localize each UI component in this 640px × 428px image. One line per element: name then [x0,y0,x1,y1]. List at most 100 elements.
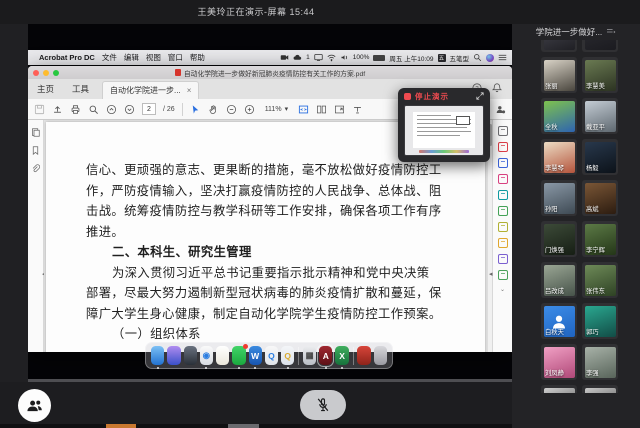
collapse-tools-pane-handle[interactable]: ◂ [489,270,493,278]
tab-home[interactable]: 主页 [28,80,63,99]
dock-app-trash[interactable] [374,346,387,365]
participant-tile[interactable]: 刘凤静 [541,344,577,380]
zoom-out-icon[interactable] [226,104,237,115]
fill-sign-icon[interactable] [498,254,508,264]
doc-line: 信心、更顽强的意志、更果断的措施，毫不放松做好疫情防控工 [86,160,473,181]
dock-app-midi-keyboard[interactable]: ▦ [303,346,316,365]
menu-file[interactable]: 文件 [102,52,117,63]
more-tools-caret-icon[interactable]: ⌄ [500,286,505,293]
participant-tile[interactable]: 高斌 [582,180,618,216]
previous-page-icon[interactable] [106,104,117,115]
cloud-status-icon[interactable] [293,53,302,62]
notifications-bell-icon[interactable] [492,83,502,93]
participant-tile[interactable]: 全秋 [541,98,577,134]
dock-app-wechat[interactable] [232,346,245,365]
next-page-icon[interactable] [124,104,135,115]
input-method-icon[interactable]: 五 [438,54,446,62]
comment-icon[interactable] [498,238,508,248]
presentation-pointer-icon[interactable] [352,104,363,115]
dock-app-word[interactable]: W [249,346,262,365]
sidebar-layout-toggle-icon[interactable] [606,28,616,36]
close-window-button[interactable] [33,70,39,76]
dock-app-excel[interactable]: X [335,346,348,365]
participant-tile[interactable]: 李强 [582,344,618,380]
attachments-icon[interactable] [31,164,40,173]
dock-app-qq[interactable]: Q [281,346,294,365]
expand-overlay-icon[interactable] [476,92,484,100]
page-thumbnails-icon[interactable] [31,128,40,137]
participant-tile[interactable]: 李慧琴 [541,139,577,175]
control-center-icon[interactable] [498,53,507,62]
menu-app-name[interactable]: Acrobat Pro DC [39,53,95,62]
participant-tile[interactable]: 白秋天 [541,303,577,339]
participant-tile[interactable]: 孙阳 [541,180,577,216]
tab-close-icon[interactable]: × [187,82,192,99]
search-tools-icon[interactable] [498,126,508,136]
camera-status-icon[interactable] [280,53,289,62]
participant-name: 戴亚平 [586,122,605,131]
save-icon[interactable] [34,104,45,115]
fit-width-icon[interactable] [298,104,309,115]
export-pdf-icon[interactable] [498,190,508,200]
dock-app-notes[interactable] [216,346,229,365]
menu-help[interactable]: 帮助 [190,52,205,63]
input-method-name[interactable]: 五笔型 [450,53,470,63]
request-signatures-icon[interactable] [498,222,508,232]
participant-tile[interactable]: 门焕强 [541,221,577,257]
select-tool-icon[interactable] [190,104,201,115]
find-icon[interactable] [88,104,99,115]
participants-button[interactable] [18,389,51,422]
acrobat-title-bar[interactable]: 自动化学院进一步做好新冠肺炎疫情防控有关工作的方案.pdf [28,66,512,79]
participant-tile[interactable]: 杨毅 [582,139,618,175]
siri-icon[interactable] [486,54,494,62]
organize-pages-icon[interactable] [498,174,508,184]
volume-status-icon[interactable] [340,53,349,62]
participant-tile[interactable] [582,385,618,393]
edit-pdf-icon[interactable] [498,206,508,216]
participant-tile[interactable]: 李宁辉 [582,221,618,257]
participant-tile[interactable]: 张伟东 [582,262,618,298]
page-number-input[interactable]: 2 [142,103,156,115]
share-upload-icon[interactable] [52,104,63,115]
dock-app-siri[interactable] [167,346,180,365]
participant-tile[interactable] [541,385,577,393]
participant-tile[interactable]: 吕改成 [541,262,577,298]
menu-edit[interactable]: 编辑 [124,52,139,63]
menu-datetime[interactable]: 周五 上午10:09 [389,53,433,63]
sign-in-account-icon[interactable] [495,104,506,115]
zoom-window-button[interactable] [53,70,59,76]
participant-tile[interactable]: 郭巧 [582,303,618,339]
dock-app-finder[interactable] [151,346,164,365]
menu-window[interactable]: 窗口 [168,52,183,63]
microphone-muted-icon [316,397,330,413]
spotlight-icon[interactable] [473,53,482,62]
tab-document[interactable]: 自动化学院进一步... × [102,81,199,99]
dock-app-quicktime[interactable]: Q [265,346,278,365]
hand-tool-icon[interactable] [208,104,219,115]
doc-line: 为深入贯彻习近平总书记重要指示批示精神和党中央决策 [86,263,473,284]
two-page-view-icon[interactable] [316,104,327,115]
stop-presenting-button[interactable]: 停止演示 [415,91,449,102]
menu-view[interactable]: 视图 [146,52,161,63]
dock-app-safari[interactable]: ◉ [200,346,213,365]
doc-heading: 二、本科生、研究生管理 [86,242,473,263]
participant-tile[interactable]: 李慧美 [582,57,618,93]
participant-tile[interactable]: 张丽 [541,57,577,93]
zoom-level-dropdown[interactable]: 111% ▾ [262,104,291,114]
minimize-window-button[interactable] [43,70,49,76]
dock-app-launchpad[interactable] [184,346,197,365]
dock-app-pen[interactable] [357,346,370,365]
wifi-status-icon[interactable] [327,53,336,62]
display-status-icon[interactable] [314,53,323,62]
dock-app-acrobat[interactable]: A [319,346,332,365]
participant-tile[interactable]: 戴亚平 [582,98,618,134]
tab-tools[interactable]: 工具 [63,80,98,99]
microphone-button[interactable] [300,390,346,420]
fullscreen-icon[interactable] [334,104,345,115]
zoom-in-icon[interactable] [244,104,255,115]
create-pdf-icon[interactable] [498,142,508,152]
combine-files-icon[interactable] [498,158,508,168]
print-icon[interactable] [70,104,81,115]
stamp-icon[interactable] [498,270,508,280]
bookmarks-icon[interactable] [31,146,40,155]
